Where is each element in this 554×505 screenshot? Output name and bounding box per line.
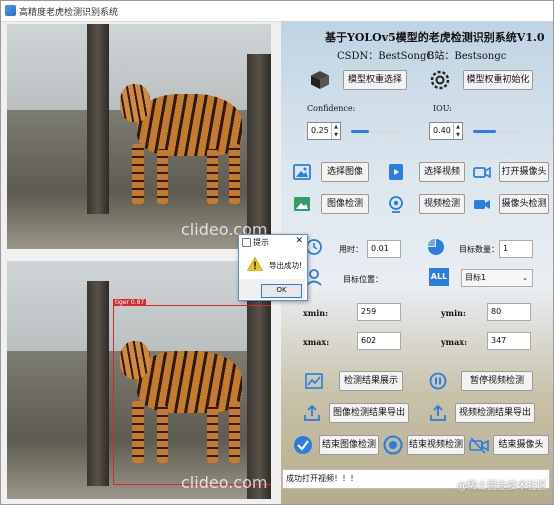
detection-label: tiger 0.87 <box>113 299 147 306</box>
pause-icon <box>429 372 447 390</box>
webcam-icon <box>389 196 403 213</box>
camera-off-icon <box>469 437 489 454</box>
pie-chart-icon <box>428 239 444 255</box>
dialog-app-icon <box>242 238 251 247</box>
image-detect-button[interactable]: 图像检测 <box>321 194 369 214</box>
time-field: 0.01 <box>367 240 401 258</box>
detection-box <box>113 305 271 485</box>
window-title: 高精度老虎检测识别系统 <box>19 8 119 18</box>
dialog-title: 提示 <box>253 238 269 247</box>
stop-icon <box>383 435 403 455</box>
footer-watermark: @稀土掘金技术社区 <box>457 481 547 492</box>
detection-result-view: tiger 0.87 clideo.com <box>7 261 271 499</box>
bilibili-label: B站：Bestsongc <box>427 51 507 62</box>
video-camera-icon <box>474 200 490 209</box>
xmin-label: xmin: <box>303 308 329 318</box>
all-icon: ALL <box>429 268 449 286</box>
camera-icon <box>473 166 491 179</box>
ymax-label: ymax: <box>441 337 468 347</box>
warning-icon <box>247 257 263 271</box>
open-camera-button[interactable]: 打开摄像头 <box>499 162 549 182</box>
image-icon <box>293 164 311 180</box>
check-circle-icon <box>294 436 312 454</box>
confidence-spinbox[interactable]: 0.25 ▲ ▼ <box>307 122 341 140</box>
select-video-button[interactable]: 选择视频 <box>419 162 465 182</box>
position-label: 目标位置： <box>343 275 383 284</box>
camera-detect-button[interactable]: 摄像头检测 <box>499 194 549 214</box>
confidence-slider-fill <box>351 130 369 133</box>
target-select[interactable]: 目标1 ⌄ <box>461 269 533 287</box>
spin-arrows-icon[interactable]: ▲ ▼ <box>331 123 340 139</box>
original-image-view: clideo.com <box>7 24 271 249</box>
close-icon[interactable]: ✕ <box>295 236 303 246</box>
count-label: 目标数量： <box>459 245 499 254</box>
image-watermark: clideo.com <box>181 473 268 492</box>
end-camera-button[interactable]: 结束摄像头 <box>493 435 549 455</box>
time-label: 用时： <box>339 245 363 254</box>
dialog-message: 导出成功! <box>269 261 303 270</box>
main-area: clideo.com tiger 0.87 clideo.com 基于YOLOv… <box>1 21 553 504</box>
ymin-field: 80 <box>487 303 531 321</box>
dialog-titlebar: 提示 ✕ <box>239 235 307 249</box>
model-select-button[interactable]: 模型权重选择 <box>343 70 407 90</box>
app-heading: 基于YOLOv5模型的老虎检测识别系统V1.0 <box>325 31 545 44</box>
image-detect-icon <box>294 197 310 211</box>
video-file-icon <box>389 164 403 180</box>
iou-slider-fill <box>473 130 496 133</box>
tree-trunk <box>87 24 109 214</box>
iou-label: IOU: <box>433 104 452 113</box>
end-image-detect-button[interactable]: 结束图像检测 <box>319 435 379 455</box>
ymin-label: ymin: <box>441 308 466 318</box>
chevron-down-icon: ⌄ <box>522 274 528 282</box>
iou-spinbox[interactable]: 0.40 ▲ ▼ <box>429 122 463 140</box>
end-video-detect-button[interactable]: 结束视频检测 <box>407 435 465 455</box>
app-icon <box>5 5 16 16</box>
csdn-label: CSDN：BestSongC <box>337 51 435 62</box>
iou-slider[interactable] <box>473 130 523 133</box>
confidence-label: Confidence: <box>307 104 356 113</box>
export-image-button[interactable]: 图像检测结果导出 <box>329 403 409 423</box>
dialog-button-row: OK <box>239 279 305 299</box>
tiger-head <box>120 84 150 122</box>
tiger-body <box>137 94 242 156</box>
spin-arrows-icon[interactable]: ▲ ▼ <box>453 123 462 139</box>
xmax-field: 602 <box>357 332 401 350</box>
show-result-button[interactable]: 检测结果展示 <box>339 371 403 391</box>
ymax-field: 347 <box>487 332 531 350</box>
count-field: 1 <box>499 240 533 258</box>
app-window: 高精度老虎检测识别系统 clideo.com tiger 0.87 clideo… <box>0 0 554 505</box>
select-image-button[interactable]: 选择图像 <box>321 162 369 182</box>
cube-icon <box>311 71 329 89</box>
export-video-button[interactable]: 视频检测结果导出 <box>455 403 535 423</box>
control-panel: 基于YOLOv5模型的老虎检测识别系统V1.0 CSDN：BestSongC B… <box>281 21 553 504</box>
ok-button[interactable]: OK <box>261 284 302 298</box>
line-chart-icon <box>305 373 323 389</box>
gear-icon <box>430 70 450 90</box>
pause-video-button[interactable]: 暂停视频检测 <box>461 371 533 391</box>
xmax-label: xmax: <box>303 337 330 347</box>
confidence-slider[interactable] <box>351 130 401 133</box>
export-icon <box>430 404 446 421</box>
tree-trunk <box>87 281 109 486</box>
xmin-field: 259 <box>357 303 401 321</box>
video-detect-button[interactable]: 视频检测 <box>419 194 465 214</box>
title-bar: 高精度老虎检测识别系统 <box>1 1 553 22</box>
export-icon <box>304 404 320 421</box>
model-init-button[interactable]: 模型权重初始化 <box>463 70 533 90</box>
dialog-body: 导出成功! <box>239 249 307 279</box>
message-dialog: 提示 ✕ 导出成功! OK <box>238 234 308 301</box>
